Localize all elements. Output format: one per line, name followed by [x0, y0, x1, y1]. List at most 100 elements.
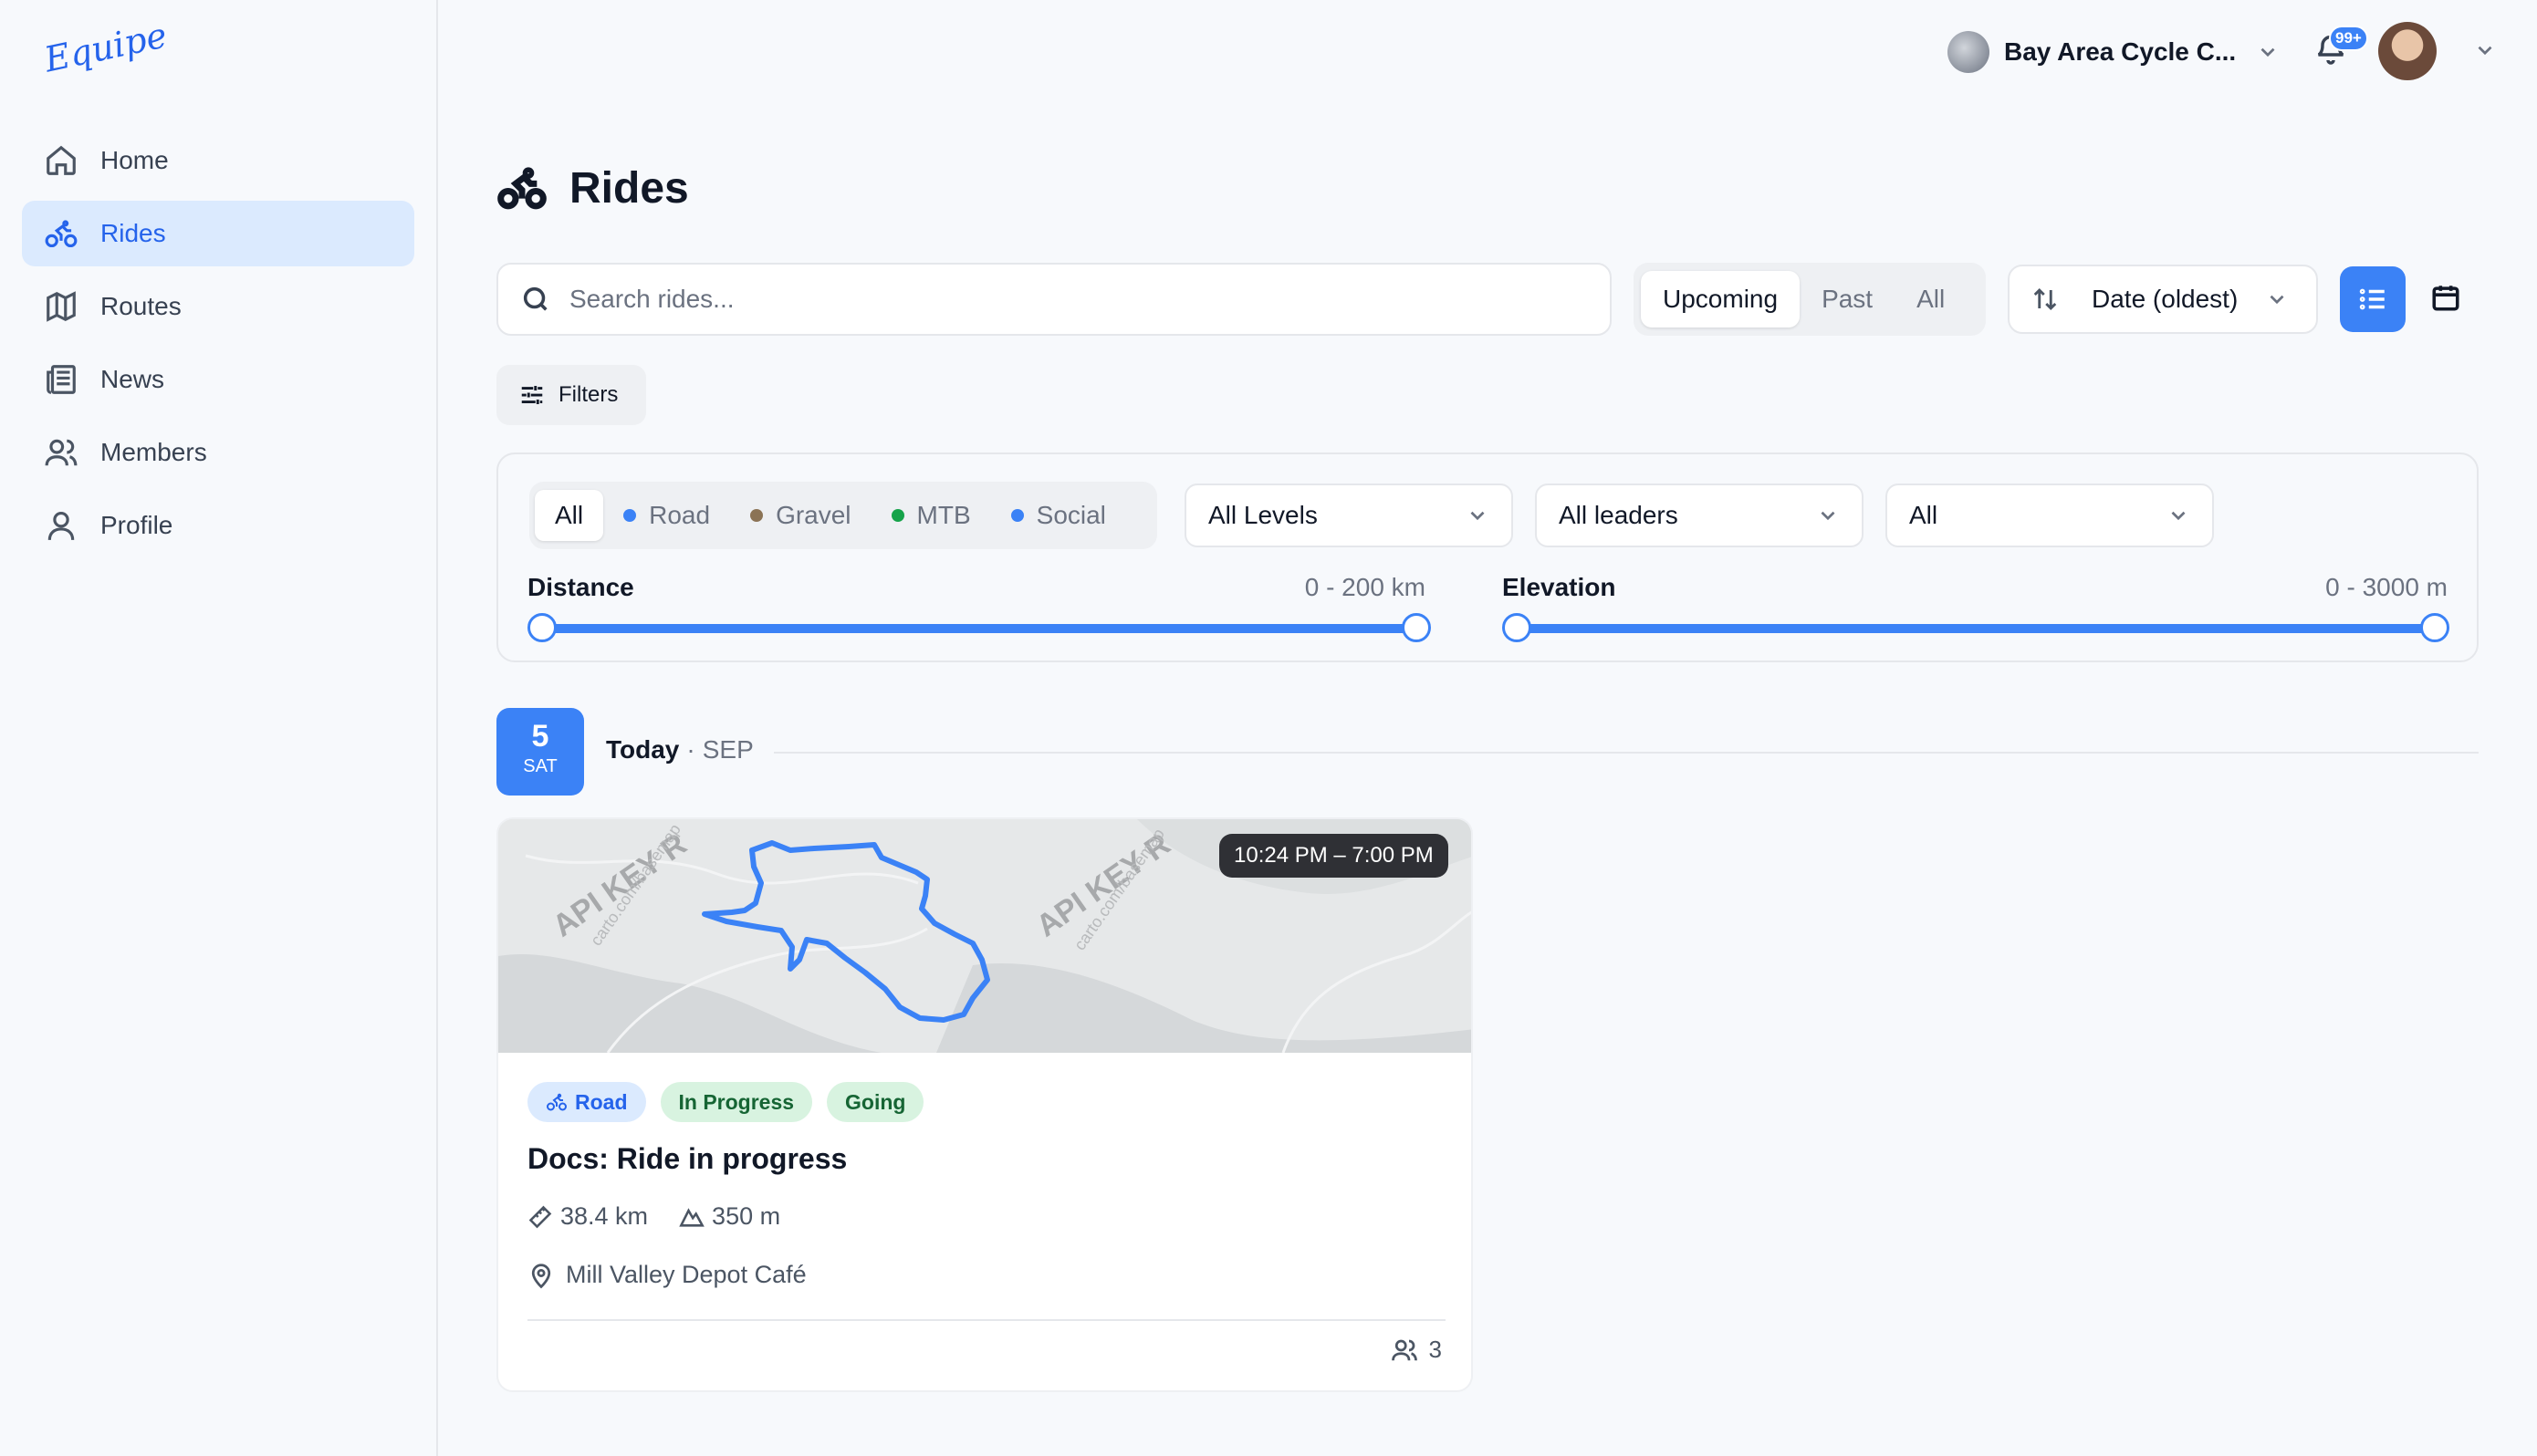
type-social[interactable]: Social: [991, 490, 1126, 541]
calendar-icon: [2432, 286, 2459, 311]
tag-going: Going: [827, 1082, 924, 1122]
list-icon: [2359, 288, 2385, 310]
type-label: Road: [649, 501, 711, 529]
sidebar-item-home[interactable]: Home: [22, 128, 414, 193]
ride-title[interactable]: Docs: Ride in progress: [527, 1142, 847, 1176]
chevron-down-icon: [1470, 511, 1485, 521]
mtb-dot: [891, 509, 904, 522]
extra-select-value: All: [1909, 501, 1938, 529]
ride-elevation: 350 m: [679, 1202, 780, 1231]
distance-min-handle[interactable]: [527, 613, 557, 642]
elevation-track[interactable]: [1517, 624, 2435, 633]
tab-past[interactable]: Past: [1800, 271, 1895, 328]
ride-attendees[interactable]: 3: [1391, 1336, 1442, 1364]
map-icon: [47, 291, 76, 322]
road-dot: [623, 509, 637, 522]
tab-all[interactable]: All: [1895, 271, 1967, 328]
level-select-value: All Levels: [1208, 501, 1318, 529]
sort-label: Date (oldest): [2092, 285, 2239, 313]
calendar-view-button[interactable]: [2427, 279, 2464, 316]
type-label: MTB: [916, 501, 971, 529]
card-divider: [527, 1319, 1446, 1321]
tag-road: Road: [527, 1082, 646, 1122]
club-name: Bay Area Cycle C...: [2004, 37, 2237, 66]
club-avatar: [1947, 31, 1989, 73]
sidebar-item-profile[interactable]: Profile: [22, 493, 414, 558]
date-separator: ·: [686, 735, 695, 764]
elevation-min-handle[interactable]: [1502, 613, 1531, 642]
ride-attendee-count: 3: [1428, 1336, 1442, 1363]
level-select[interactable]: All Levels: [1185, 484, 1513, 547]
notifications-button[interactable]: 99+: [2314, 26, 2368, 69]
ruler-icon: [528, 1205, 552, 1228]
distance-track[interactable]: [542, 624, 1416, 633]
date-badge: 5 SAT: [496, 708, 584, 796]
sort-arrows-icon: [2033, 287, 2057, 311]
ride-card[interactable]: API KEY R API KEY R carto.com/basemap ca…: [496, 817, 1473, 1392]
route-map[interactable]: API KEY R API KEY R carto.com/basemap ca…: [498, 819, 1471, 1054]
club-switcher[interactable]: Bay Area Cycle C...: [1947, 29, 2280, 75]
sort-select[interactable]: Date (oldest): [2008, 265, 2318, 334]
social-dot: [1010, 509, 1024, 522]
gravel-dot: [750, 509, 764, 522]
time-filter: Upcoming Past All: [1634, 263, 1986, 336]
elevation-label: Elevation: [1502, 573, 1616, 601]
sidebar-item-rides[interactable]: Rides: [22, 201, 414, 266]
chevron-down-icon: [2270, 295, 2284, 305]
leader-select[interactable]: All leaders: [1535, 484, 1864, 547]
page-header: Rides: [496, 162, 689, 213]
list-view-button[interactable]: [2340, 266, 2406, 332]
home-icon: [47, 145, 76, 175]
ride-stats: 38.4 km 350 m: [527, 1202, 811, 1231]
type-mtb[interactable]: MTB: [872, 490, 991, 541]
users-icon: [1391, 1339, 1417, 1360]
type-road[interactable]: Road: [603, 490, 730, 541]
sidebar-item-news[interactable]: News: [22, 347, 414, 412]
newspaper-icon: [47, 365, 76, 394]
sidebar: Equipe Home Rides Routes News Members Pr…: [0, 0, 438, 1456]
filters-label: Filters: [559, 382, 619, 407]
sidebar-item-label: Home: [100, 146, 169, 174]
extra-select[interactable]: All: [1885, 484, 2214, 547]
ride-tags: Road In Progress Going: [527, 1082, 938, 1122]
distance-value: 0 - 200 km: [1304, 573, 1425, 601]
distance-max-handle[interactable]: [1402, 613, 1431, 642]
search-box: [496, 263, 1612, 336]
bike-icon: [45, 220, 78, 248]
ride-distance: 38.4 km: [527, 1202, 648, 1231]
search-icon: [523, 286, 548, 311]
type-label: Social: [1036, 501, 1106, 529]
filter-panel: All Road Gravel MTB Social All Levels Al…: [496, 452, 2479, 662]
date-label: Today: [606, 735, 680, 764]
ride-location-name: Mill Valley Depot Café: [566, 1261, 807, 1288]
sidebar-nav: Home Rides Routes News Members Profile: [22, 128, 414, 566]
tab-upcoming[interactable]: Upcoming: [1641, 271, 1801, 328]
elevation-max-handle[interactable]: [2420, 613, 2449, 642]
sliders-icon: [521, 386, 543, 404]
search-input[interactable]: [569, 285, 1573, 314]
user-icon: [47, 511, 75, 540]
filters-button[interactable]: Filters: [496, 365, 646, 425]
mountain-icon: [679, 1207, 705, 1227]
chevron-down-icon: [1821, 511, 1835, 521]
sidebar-item-members[interactable]: Members: [22, 420, 414, 485]
map-pin-icon: [531, 1263, 551, 1288]
tag-in-progress: In Progress: [660, 1082, 813, 1122]
date-day-of-week: SAT: [523, 756, 558, 776]
bike-icon: [497, 167, 547, 210]
ride-distance-value: 38.4 km: [560, 1202, 649, 1230]
chevron-down-icon[interactable]: [2473, 38, 2497, 62]
app-logo[interactable]: Equipe: [41, 15, 171, 79]
sidebar-item-label: Members: [100, 438, 207, 466]
page-title: Rides: [569, 163, 689, 213]
sidebar-item-routes[interactable]: Routes: [22, 274, 414, 339]
sidebar-item-label: News: [100, 365, 165, 393]
type-gravel[interactable]: Gravel: [730, 490, 871, 541]
bike-icon: [547, 1093, 567, 1111]
chevron-down-icon: [2171, 511, 2186, 521]
users-icon: [45, 439, 78, 466]
type-all[interactable]: All: [535, 490, 604, 541]
user-avatar[interactable]: [2378, 22, 2437, 80]
elevation-value: 0 - 3000 m: [2325, 573, 2448, 601]
date-month: SEP: [702, 735, 754, 764]
